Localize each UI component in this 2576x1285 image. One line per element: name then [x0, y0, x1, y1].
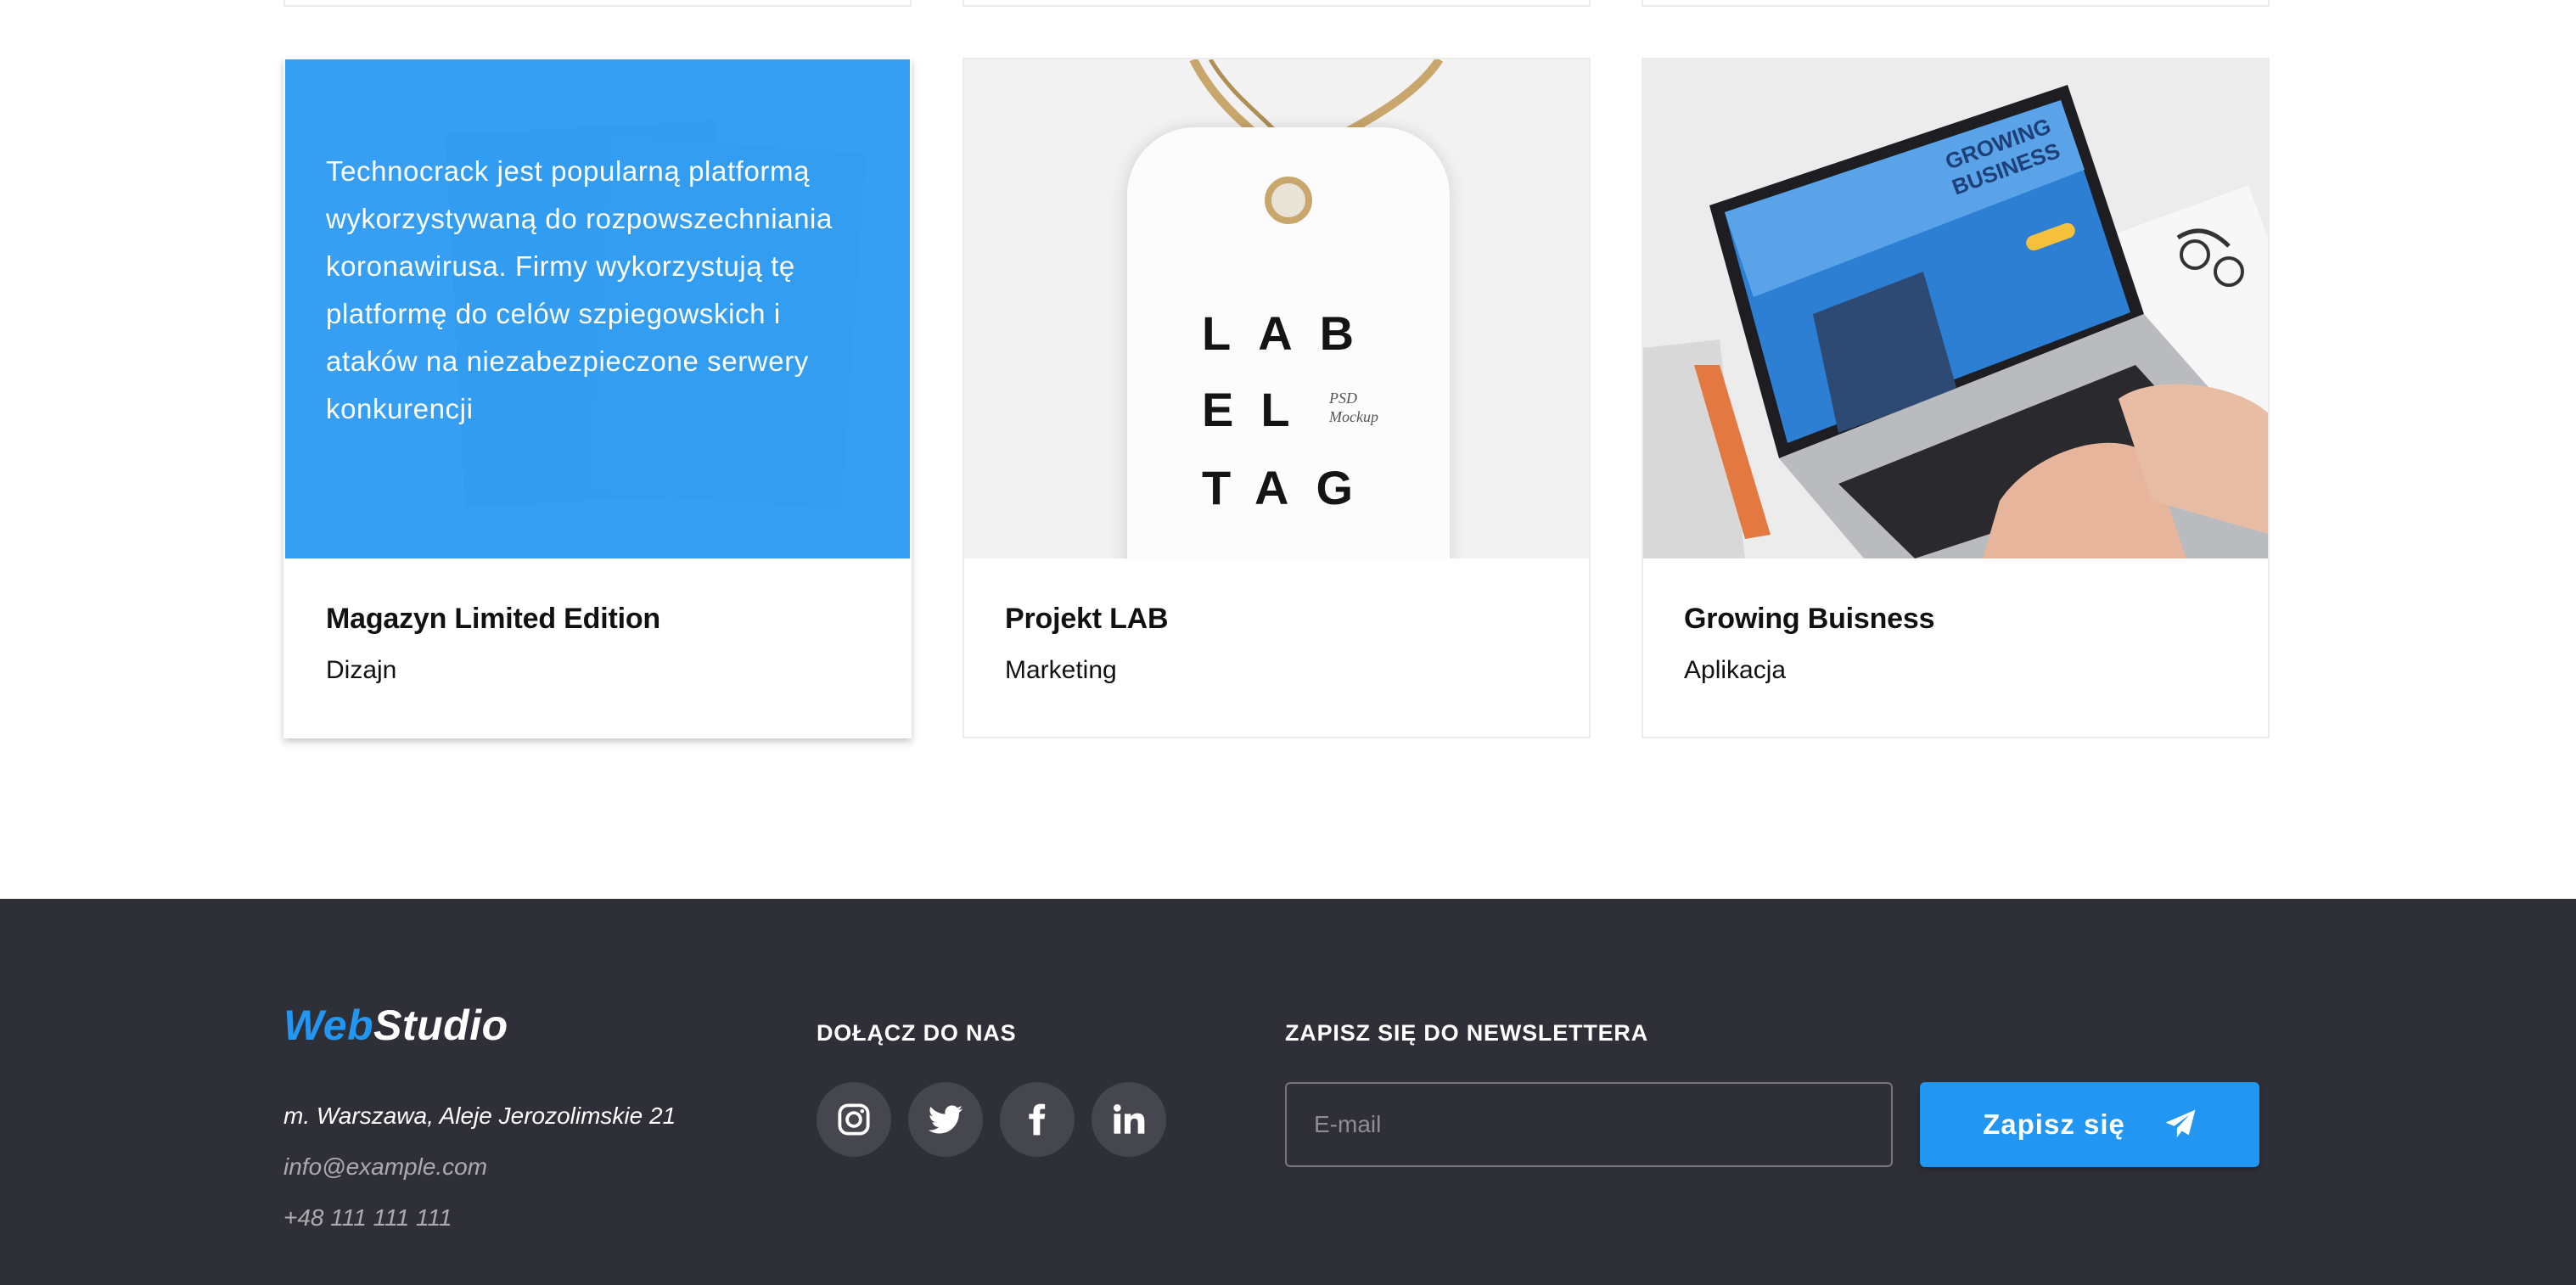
portfolio-card-lab[interactable]: LAB EL TAG PSD Mockup Projekt LAB Market…: [962, 58, 1591, 738]
facebook-link[interactable]: [1000, 1082, 1075, 1157]
card-category: Marketing: [1005, 656, 1117, 684]
logo[interactable]: WebStudio: [283, 1001, 508, 1050]
card-title[interactable]: Growing Buisness: [1684, 603, 1934, 636]
footer-phone-link[interactable]: +48 111 111 111: [283, 1204, 452, 1232]
linkedin-link[interactable]: [1092, 1082, 1166, 1157]
card-stub: [962, 0, 1591, 7]
instagram-link[interactable]: [817, 1082, 891, 1157]
social-links: [817, 1082, 1166, 1157]
laptop-image: GROWING BUSINESS: [1643, 59, 2268, 558]
instagram-icon: [838, 1103, 870, 1136]
footer-address: m. Warszawa, Aleje Jerozolimskie 21: [283, 1103, 676, 1129]
card-stub: [283, 0, 912, 7]
tag-line: LAB: [1202, 306, 1382, 360]
logo-studio: Studio: [373, 1002, 508, 1049]
newsletter-heading: ZAPISZ SIĘ DO NEWSLETTERA: [1285, 1020, 1649, 1046]
card-title[interactable]: Magazyn Limited Edition: [326, 603, 660, 636]
linkedin-icon: [1114, 1104, 1145, 1134]
label-tag-image: LAB EL TAG PSD Mockup: [964, 59, 1589, 558]
portfolio-card-growing[interactable]: GROWING BUSINESS Growing Buisness Aplika…: [1642, 58, 2270, 738]
subscribe-label: Zapisz się: [1983, 1108, 2125, 1140]
card-title[interactable]: Projekt LAB: [1005, 603, 1169, 636]
send-icon: [2165, 1109, 2196, 1138]
card-category: Aplikacja: [1684, 656, 1787, 684]
facebook-icon: [1029, 1103, 1046, 1136]
card-stub: [1642, 0, 2270, 7]
tag-line: EL: [1202, 383, 1317, 436]
subscribe-button[interactable]: Zapisz się: [1920, 1082, 2259, 1167]
page: Technocrack jest popularną platformą wyk…: [0, 0, 2576, 1285]
card-category: Dizajn: [326, 656, 397, 684]
footer-email-link[interactable]: info@example.com: [283, 1153, 487, 1181]
newsletter-email-input[interactable]: [1285, 1082, 1893, 1167]
logo-web: Web: [283, 1002, 374, 1049]
footer: WebStudio m. Warszawa, Aleje Jerozolimsk…: [0, 899, 2576, 1285]
tag-line: TAG: [1202, 461, 1381, 514]
tag-shape: LAB EL TAG PSD Mockup: [1127, 127, 1450, 558]
tag-hole: [1265, 177, 1312, 224]
social-heading: DOŁĄCZ DO NAS: [817, 1020, 1017, 1046]
twitter-icon: [928, 1105, 963, 1134]
twitter-link[interactable]: [908, 1082, 983, 1157]
portfolio-card-magazine[interactable]: Technocrack jest popularną platformą wyk…: [283, 58, 912, 738]
magazine-image: Technocrack jest popularną platformą wyk…: [285, 59, 910, 558]
tag-side-text: PSD Mockup: [1329, 390, 1378, 425]
card-overlay: Technocrack jest popularną platformą wyk…: [285, 59, 910, 558]
card-overlay-text: Technocrack jest popularną platformą wyk…: [326, 155, 833, 424]
laptop-graphic: GROWING BUSINESS: [1643, 85, 2268, 558]
